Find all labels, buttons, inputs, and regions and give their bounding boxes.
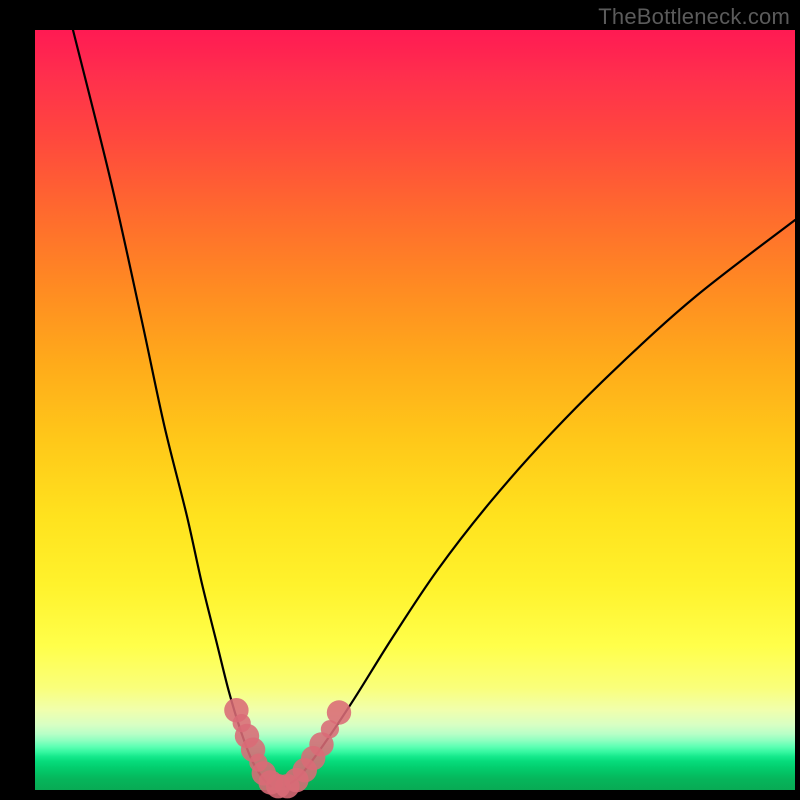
right-curve	[286, 220, 795, 786]
left-curve	[73, 30, 271, 786]
plot-area	[35, 30, 795, 790]
marker-dot	[327, 700, 351, 724]
chart-svg	[35, 30, 795, 790]
watermark-text: TheBottleneck.com	[598, 4, 790, 30]
outer-frame: TheBottleneck.com	[0, 0, 800, 800]
marker-group	[224, 698, 351, 798]
